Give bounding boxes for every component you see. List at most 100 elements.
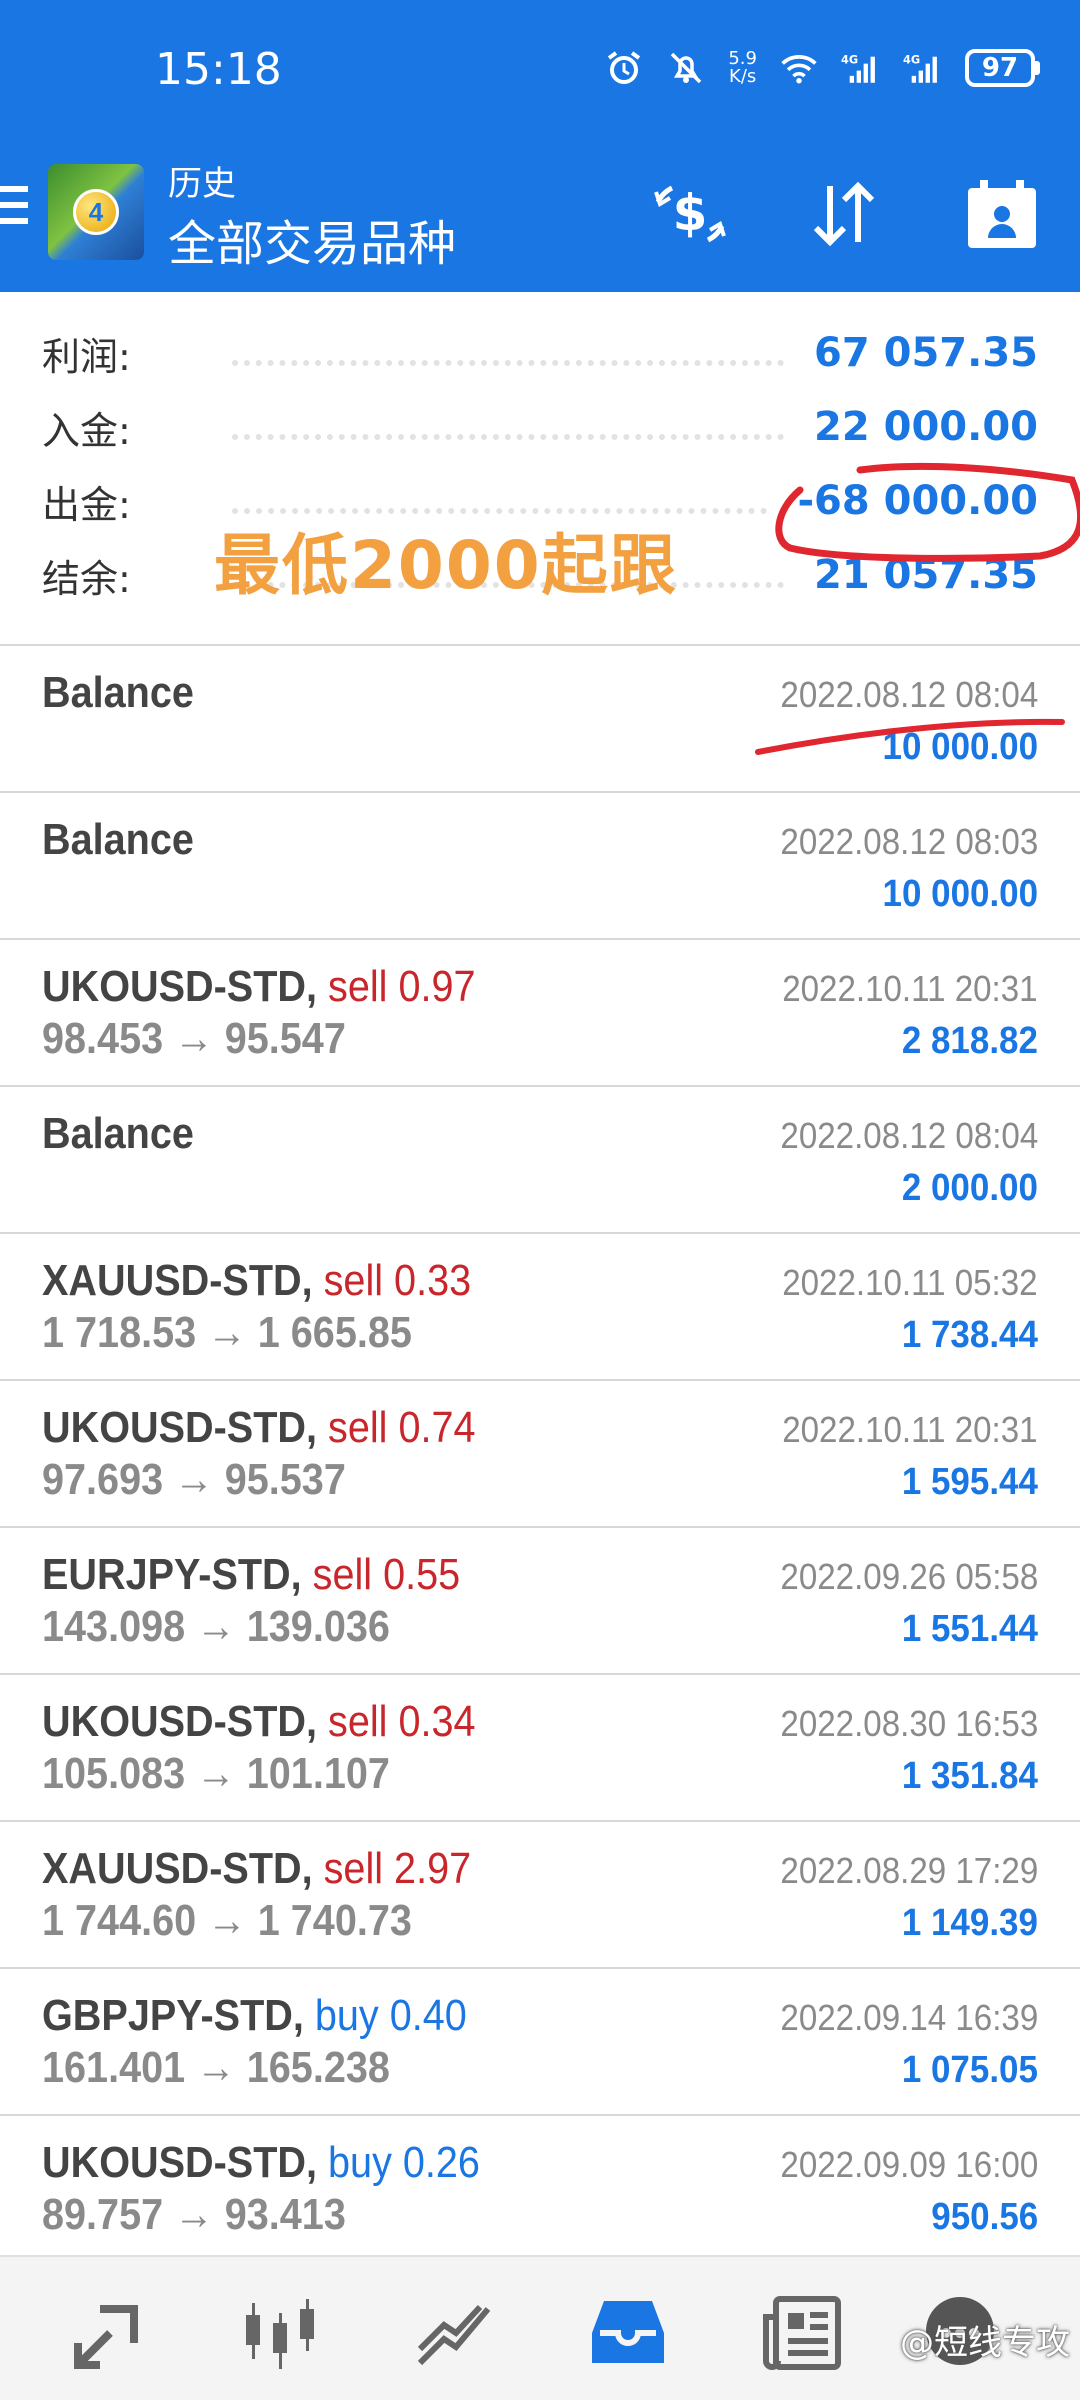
trade-profit: 1 551.44 xyxy=(901,1608,1038,1650)
trade-row[interactable]: XAUUSD-STD, sell 2.97 1 744.60 → 1 740.73… xyxy=(0,1822,1080,1969)
trade-symbol: UKOUSD-STD, sell 0.34 xyxy=(42,1697,476,1747)
trade-profit: 1 738.44 xyxy=(901,1314,1038,1356)
calendar-icon[interactable] xyxy=(964,176,1040,252)
trade-row[interactable]: GBPJPY-STD, buy 0.40 161.401 → 165.238 202… xyxy=(0,1969,1080,2116)
trade-side: sell 2.97 xyxy=(323,1844,472,1893)
trade-profit: 2 000.00 xyxy=(901,1167,1038,1209)
summary-row-deposit: 入金: 22 000.00 xyxy=(42,390,1038,464)
trade-symbol: XAUUSD-STD, sell 2.97 xyxy=(42,1844,471,1894)
bottom-nav: @短线专攻 xyxy=(0,2255,1080,2400)
history-icon[interactable] xyxy=(588,2293,668,2373)
trade-row[interactable]: UKOUSD-STD, buy 0.26 89.757 → 93.413 2022.… xyxy=(0,2116,1080,2263)
trade-time: 2022.09.09 16:00 xyxy=(780,2144,1038,2185)
trade-row[interactable]: EURJPY-STD, sell 0.55 143.098 → 139.036 20… xyxy=(0,1528,1080,1675)
summary-value: 22 000.00 xyxy=(814,404,1038,450)
trade-symbol: UKOUSD-STD, sell 0.97 xyxy=(42,962,476,1012)
svg-text:4G: 4G xyxy=(841,54,858,67)
mute-icon xyxy=(666,48,706,88)
trade-symbol: UKOUSD-STD, buy 0.26 xyxy=(42,2138,480,2188)
status-bar: 15:18 5.9 K/s 4G 4G 97 xyxy=(0,0,1080,140)
watermark: @短线专攻 xyxy=(900,2323,1070,2363)
symbol-name: XAUUSD-STD, xyxy=(42,1256,313,1305)
trade-profit: 1 075.05 xyxy=(901,2049,1038,2091)
trade-time: 2022.09.26 05:58 xyxy=(780,1556,1038,1597)
trade-profit: 1 149.39 xyxy=(901,1902,1038,1944)
trade-symbol: Balance xyxy=(42,668,194,718)
logo-coin-icon: 4 xyxy=(73,189,119,235)
summary-row-profit: 利润: 67 057.35 xyxy=(42,316,1038,390)
trade-row[interactable]: UKOUSD-STD, sell 0.97 98.453 → 95.547 2022… xyxy=(0,940,1080,1087)
summary-value: -68 000.00 xyxy=(797,478,1038,524)
battery-indicator: 97 xyxy=(965,49,1040,87)
symbol-name: UKOUSD-STD, xyxy=(42,2138,318,2187)
page-title[interactable]: 全部交易品种 xyxy=(168,204,456,274)
trade-prices: 97.693 → 95.537 xyxy=(42,1455,346,1504)
trade-profit: 1 595.44 xyxy=(901,1461,1038,1503)
net-speed-unit: K/s xyxy=(729,66,757,87)
net-speed: 5.9 K/s xyxy=(728,50,757,86)
trade-symbol: UKOUSD-STD, sell 0.74 xyxy=(42,1403,476,1453)
battery-level: 97 xyxy=(965,49,1035,87)
trade-row[interactable]: UKOUSD-STD, sell 0.74 97.693 → 95.537 2022… xyxy=(0,1381,1080,1528)
signal-icon-2: 4G xyxy=(903,48,943,88)
trade-prices: 1 744.60 → 1 740.73 xyxy=(42,1896,412,1945)
summary-label: 结余: xyxy=(42,556,131,601)
trade-row[interactable]: XAUUSD-STD, sell 0.33 1 718.53 → 1 665.85… xyxy=(0,1234,1080,1381)
svg-text:$: $ xyxy=(673,184,708,242)
trade-time: 2022.08.12 08:04 xyxy=(780,1115,1038,1156)
trade-side: sell 0.55 xyxy=(312,1550,461,1599)
trade-profit: 1 351.84 xyxy=(901,1755,1038,1797)
trade-side: sell 0.33 xyxy=(323,1256,472,1305)
menu-icon[interactable] xyxy=(0,186,30,236)
trade-time: 2022.08.30 16:53 xyxy=(780,1703,1038,1744)
symbol-name: GBPJPY-STD, xyxy=(42,1991,304,2040)
trade-prices: 161.401 → 165.238 xyxy=(42,2043,390,2092)
trade-list: Balance 2022.08.12 08:04 10 000.00 Balance… xyxy=(0,646,1080,2263)
trade-profit: 950.56 xyxy=(931,2196,1038,2238)
dollar-swap-icon[interactable]: $ xyxy=(652,176,728,252)
trade-prices: 143.098 → 139.036 xyxy=(42,1602,390,1651)
sort-icon[interactable] xyxy=(806,176,882,252)
overlay-caption: 最低2000起跟 xyxy=(214,527,678,604)
trade-symbol: Balance xyxy=(42,815,194,865)
trade-row[interactable]: Balance 2022.08.12 08:04 2 000.00 xyxy=(0,1087,1080,1234)
trade-symbol: Balance xyxy=(42,1109,194,1159)
trade-prices: 105.083 → 101.107 xyxy=(42,1749,390,1798)
trade-time: 2022.08.12 08:03 xyxy=(780,821,1038,862)
status-icons: 5.9 K/s 4G 4G 97 xyxy=(604,48,1040,88)
symbol-name: UKOUSD-STD, xyxy=(42,962,318,1011)
summary-value: 67 057.35 xyxy=(814,330,1038,376)
dotted-leader xyxy=(232,360,785,366)
battery-tip xyxy=(1035,61,1040,75)
alarm-icon xyxy=(604,48,644,88)
trade-time: 2022.08.12 08:04 xyxy=(780,674,1038,715)
news-icon[interactable] xyxy=(762,2293,842,2373)
trade-row[interactable]: Balance 2022.08.12 08:04 10 000.00 xyxy=(0,646,1080,793)
chart-icon[interactable] xyxy=(240,2293,320,2373)
trade-prices: 89.757 → 93.413 xyxy=(42,2190,346,2239)
trade-time: 2022.10.11 20:31 xyxy=(782,1409,1038,1450)
trade-symbol: XAUUSD-STD, sell 0.33 xyxy=(42,1256,471,1306)
app-logo: 4 xyxy=(48,164,144,260)
trade-profit: 10 000.00 xyxy=(882,726,1038,768)
trade-row[interactable]: Balance 2022.08.12 08:03 10 000.00 xyxy=(0,793,1080,940)
trade-side: buy 0.26 xyxy=(328,2138,480,2187)
symbol-name: Balance xyxy=(42,815,194,864)
trade-side: sell 0.97 xyxy=(328,962,476,1011)
trade-time: 2022.10.11 20:31 xyxy=(782,968,1038,1009)
signal-icon-1: 4G xyxy=(841,48,881,88)
app-bar: 4 历史 全部交易品种 $ xyxy=(0,140,1080,292)
symbol-name: Balance xyxy=(42,1109,194,1158)
trade-side: sell 0.74 xyxy=(328,1403,476,1452)
symbol-name: EURJPY-STD, xyxy=(42,1550,302,1599)
symbol-name: UKOUSD-STD, xyxy=(42,1403,318,1452)
quotes-icon[interactable] xyxy=(70,2293,150,2373)
trade-icon[interactable] xyxy=(414,2293,494,2373)
status-time: 15:18 xyxy=(155,44,282,95)
trade-side: sell 0.34 xyxy=(328,1697,476,1746)
trade-row[interactable]: UKOUSD-STD, sell 0.34 105.083 → 101.107 20… xyxy=(0,1675,1080,1822)
trade-symbol: EURJPY-STD, sell 0.55 xyxy=(42,1550,460,1600)
trade-profit: 10 000.00 xyxy=(882,873,1038,915)
trade-time: 2022.08.29 17:29 xyxy=(780,1850,1038,1891)
trade-profit: 2 818.82 xyxy=(901,1020,1038,1062)
